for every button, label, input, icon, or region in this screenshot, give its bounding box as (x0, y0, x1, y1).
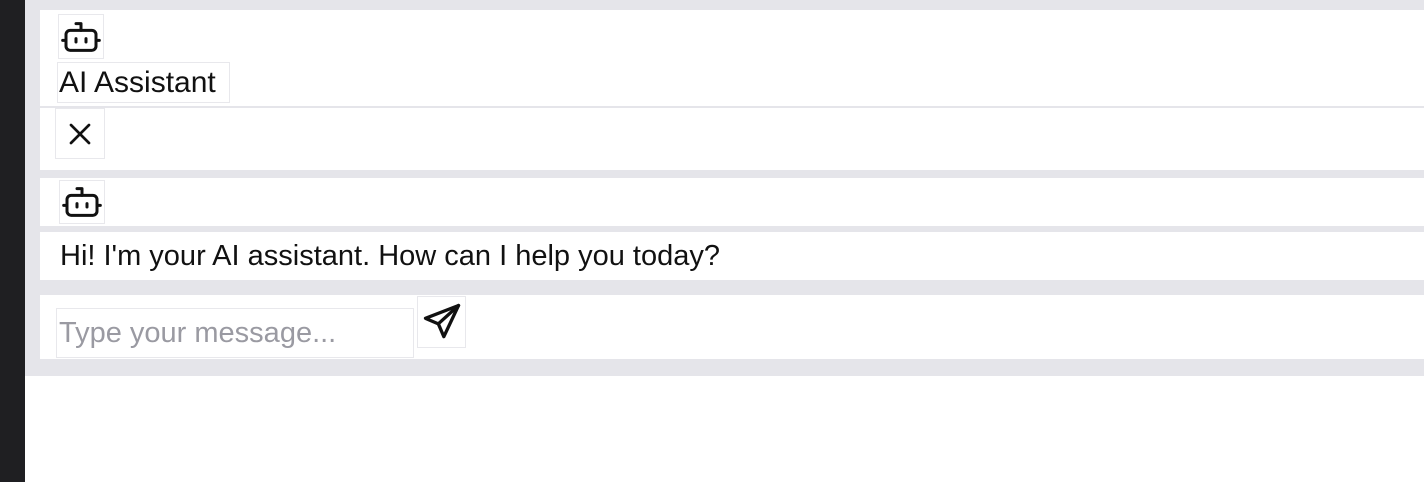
send-button[interactable] (417, 296, 466, 348)
message-input[interactable] (56, 308, 414, 358)
chat-header: AI Assistant (40, 10, 1424, 106)
bot-icon (58, 14, 104, 59)
send-icon (423, 303, 460, 339)
left-rail (0, 0, 25, 482)
composer (40, 295, 1424, 359)
bot-icon (59, 180, 105, 224)
message-avatar-row (40, 178, 1424, 226)
close-icon (69, 123, 91, 144)
assistant-message: Hi! I'm your AI assistant. How can I hel… (40, 232, 1424, 280)
message-text: Hi! I'm your AI assistant. How can I hel… (60, 240, 720, 272)
close-button[interactable] (55, 108, 105, 159)
chat-title: AI Assistant (57, 62, 230, 103)
close-row (40, 108, 1424, 170)
chat-widget: AI Assistant Hi! I'm your AI assistant. … (25, 0, 1424, 376)
